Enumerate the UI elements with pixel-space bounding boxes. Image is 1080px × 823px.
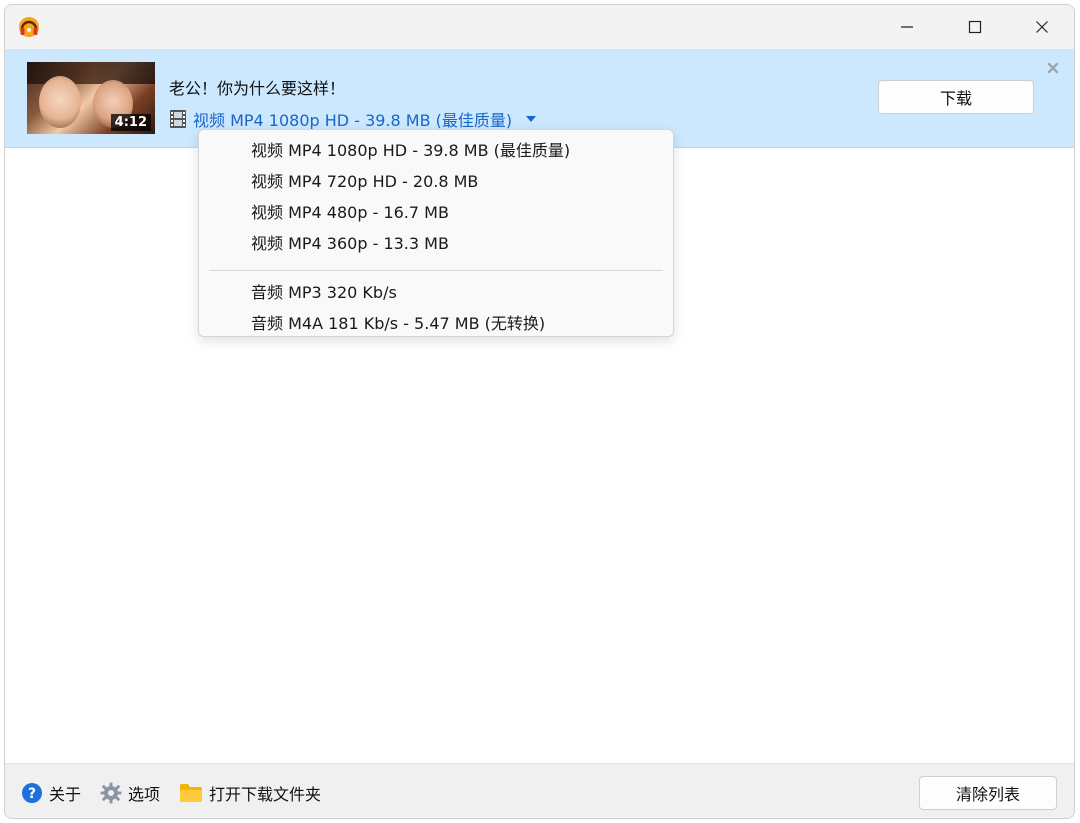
folder-icon: [180, 784, 202, 802]
help-icon: ?: [22, 783, 42, 803]
format-dropdown-menu: 视频 MP4 1080p HD - 39.8 MB (最佳质量) 视频 MP4 …: [198, 129, 674, 337]
minimize-button[interactable]: [873, 5, 941, 49]
about-label: 关于: [49, 785, 82, 804]
chevron-down-icon: [526, 116, 537, 122]
format-option[interactable]: 视频 MP4 360p - 13.3 MB: [199, 227, 673, 257]
open-download-folder-link[interactable]: 打开下载文件夹: [179, 781, 321, 805]
video-title: 老公！你为什么要这样！: [169, 79, 346, 98]
remove-item-close-icon[interactable]: [1046, 61, 1060, 75]
minimize-icon: [901, 26, 913, 28]
format-option[interactable]: 视频 MP4 480p - 16.7 MB: [199, 196, 673, 226]
format-option[interactable]: 视频 MP4 1080p HD - 39.8 MB (最佳质量): [199, 134, 673, 164]
close-icon: [1036, 21, 1048, 33]
title-bar[interactable]: [5, 5, 1074, 49]
options-link[interactable]: 选项: [100, 781, 160, 805]
selected-format-label: 视频 MP4 1080p HD - 39.8 MB (最佳质量): [193, 111, 513, 130]
format-selector[interactable]: 视频 MP4 1080p HD - 39.8 MB (最佳质量): [169, 107, 537, 131]
gear-icon: [100, 782, 122, 804]
app-window: 4:12 老公！你为什么要这样！ 视频 MP4 1080p HD - 39.8 …: [4, 4, 1075, 819]
open-folder-label: 打开下载文件夹: [209, 785, 322, 804]
about-link[interactable]: ? 关于: [21, 781, 81, 805]
clear-list-button[interactable]: 清除列表: [919, 776, 1057, 810]
options-label: 选项: [128, 785, 161, 804]
format-option[interactable]: 音频 MP3 320 Kb/s: [199, 276, 673, 306]
download-button[interactable]: 下载: [878, 80, 1034, 114]
headphones-app-icon: [19, 17, 39, 37]
thumbnail-face: [39, 76, 81, 128]
svg-text:?: ?: [28, 786, 36, 802]
format-option[interactable]: 视频 MP4 720p HD - 20.8 MB: [199, 165, 673, 195]
footer-bar: ? 关于 选项 打开下载文件夹 清除列表: [5, 763, 1074, 818]
close-button[interactable]: [1008, 5, 1074, 49]
maximize-icon: [968, 20, 982, 34]
menu-divider: [209, 270, 663, 271]
maximize-button[interactable]: [941, 5, 1009, 49]
format-option[interactable]: 音频 M4A 181 Kb/s - 5.47 MB (无转换): [199, 307, 673, 337]
video-thumbnail[interactable]: 4:12: [27, 62, 155, 134]
film-icon: [170, 110, 186, 128]
video-duration: 4:12: [110, 114, 151, 131]
